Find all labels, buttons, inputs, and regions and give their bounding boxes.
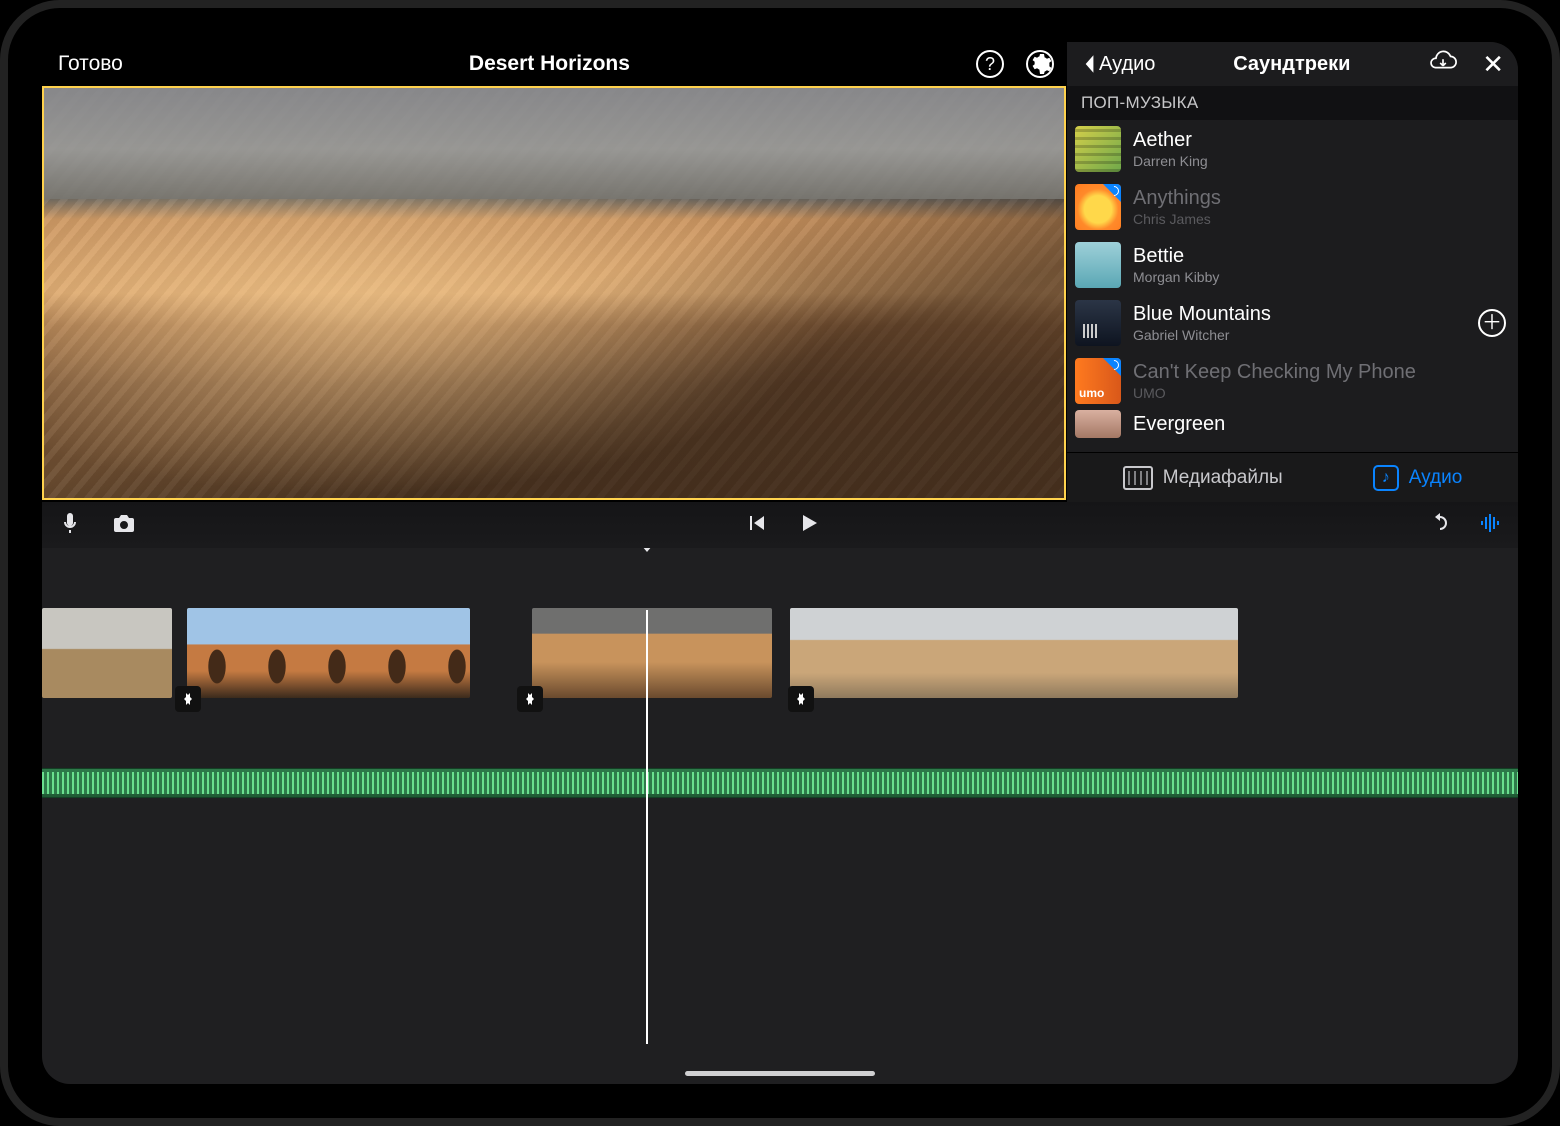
transport-bar	[42, 502, 1518, 548]
track-row[interactable]: AetherDarren King	[1067, 120, 1518, 178]
transition-icon[interactable]	[175, 686, 201, 712]
ipad-frame: Готово Desert Horizons ? Аудио Саундтрек…	[0, 0, 1560, 1126]
help-icon[interactable]: ?	[976, 50, 1004, 78]
home-indicator[interactable]	[685, 1071, 875, 1076]
prev-icon[interactable]	[744, 511, 768, 540]
viewer-column: Готово Desert Horizons ?	[42, 42, 1066, 502]
track-name: Bettie	[1133, 244, 1506, 268]
app-screen: Готово Desert Horizons ? Аудио Саундтрек…	[42, 42, 1518, 1084]
panel-tabs: Медиафайлы ♪ Аудио	[1067, 452, 1518, 502]
album-art	[1075, 242, 1121, 288]
track-row[interactable]: BettieMorgan Kibby	[1067, 236, 1518, 294]
tab-label: Медиафайлы	[1163, 467, 1283, 489]
timeline-section	[42, 502, 1518, 1084]
track-artist: UMO	[1133, 385, 1506, 402]
track-name: Aether	[1133, 128, 1506, 152]
album-art	[1075, 358, 1121, 404]
camera-icon[interactable]	[112, 511, 136, 540]
album-art	[1075, 184, 1121, 230]
video-clip[interactable]	[532, 608, 772, 698]
video-clip[interactable]	[187, 608, 470, 698]
album-art	[1075, 410, 1121, 438]
tab-audio[interactable]: ♪ Аудио	[1373, 465, 1463, 491]
panel-title: Саундтреки	[1155, 53, 1428, 76]
track-row[interactable]: Can't Keep Checking My PhoneUMO	[1067, 352, 1518, 410]
microphone-icon[interactable]	[58, 511, 82, 540]
waveform-icon[interactable]	[1478, 511, 1502, 540]
track-list[interactable]: AetherDarren King AnythingsChris James B…	[1067, 120, 1518, 452]
top-section: Готово Desert Horizons ? Аудио Саундтрек…	[42, 42, 1518, 502]
transition-icon[interactable]	[517, 686, 543, 712]
add-track-button[interactable]: ＋	[1478, 309, 1506, 337]
transition-icon[interactable]	[788, 686, 814, 712]
panel-header: Аудио Саундтреки ✕	[1067, 42, 1518, 86]
playhead[interactable]	[646, 610, 648, 1044]
project-title: Desert Horizons	[123, 52, 976, 76]
video-clip[interactable]	[42, 608, 172, 698]
playhead-marker-icon[interactable]	[637, 548, 657, 552]
audio-icon: ♪	[1373, 465, 1399, 491]
track-name: Blue Mountains	[1133, 302, 1466, 326]
track-name: Anythings	[1133, 186, 1506, 210]
track-artist: Chris James	[1133, 211, 1506, 228]
cloud-badge-icon	[1103, 184, 1121, 202]
tab-media[interactable]: Медиафайлы	[1123, 466, 1283, 490]
video-clip[interactable]	[790, 608, 1238, 698]
audio-track[interactable]	[42, 768, 1518, 798]
album-art	[1075, 126, 1121, 172]
chevron-left-icon	[1081, 53, 1097, 75]
play-icon[interactable]	[796, 511, 820, 540]
track-artist: Morgan Kibby	[1133, 269, 1506, 286]
video-preview[interactable]	[42, 86, 1066, 500]
toolbar-icons: ?	[976, 50, 1054, 78]
download-cloud-icon[interactable]	[1428, 49, 1458, 80]
cloud-badge-icon	[1103, 358, 1121, 376]
track-row[interactable]: Evergreen	[1067, 410, 1518, 438]
timeline-content	[42, 608, 1518, 1084]
settings-gear-icon[interactable]	[1026, 50, 1054, 78]
done-button[interactable]: Готово	[58, 52, 123, 76]
panel-header-right: ✕	[1428, 49, 1504, 80]
audio-panel: Аудио Саундтреки ✕ ПОП-МУЗЫКА AetherDarr…	[1066, 42, 1518, 502]
track-row[interactable]: AnythingsChris James	[1067, 178, 1518, 236]
media-icon	[1123, 466, 1153, 490]
track-name: Can't Keep Checking My Phone	[1133, 360, 1506, 384]
timeline[interactable]	[42, 548, 1518, 1084]
track-name: Evergreen	[1133, 412, 1506, 436]
back-button[interactable]: Аудио	[1081, 53, 1155, 76]
back-label: Аудио	[1099, 53, 1155, 76]
album-art	[1075, 300, 1121, 346]
category-header: ПОП-МУЗЫКА	[1067, 86, 1518, 120]
track-artist: Gabriel Witcher	[1133, 327, 1466, 344]
undo-icon[interactable]	[1428, 511, 1452, 540]
track-artist: Darren King	[1133, 153, 1506, 170]
main-toolbar: Готово Desert Horizons ?	[42, 42, 1066, 86]
tab-label: Аудио	[1409, 467, 1463, 489]
close-icon[interactable]: ✕	[1482, 51, 1504, 77]
track-row[interactable]: Blue MountainsGabriel Witcher ＋	[1067, 294, 1518, 352]
